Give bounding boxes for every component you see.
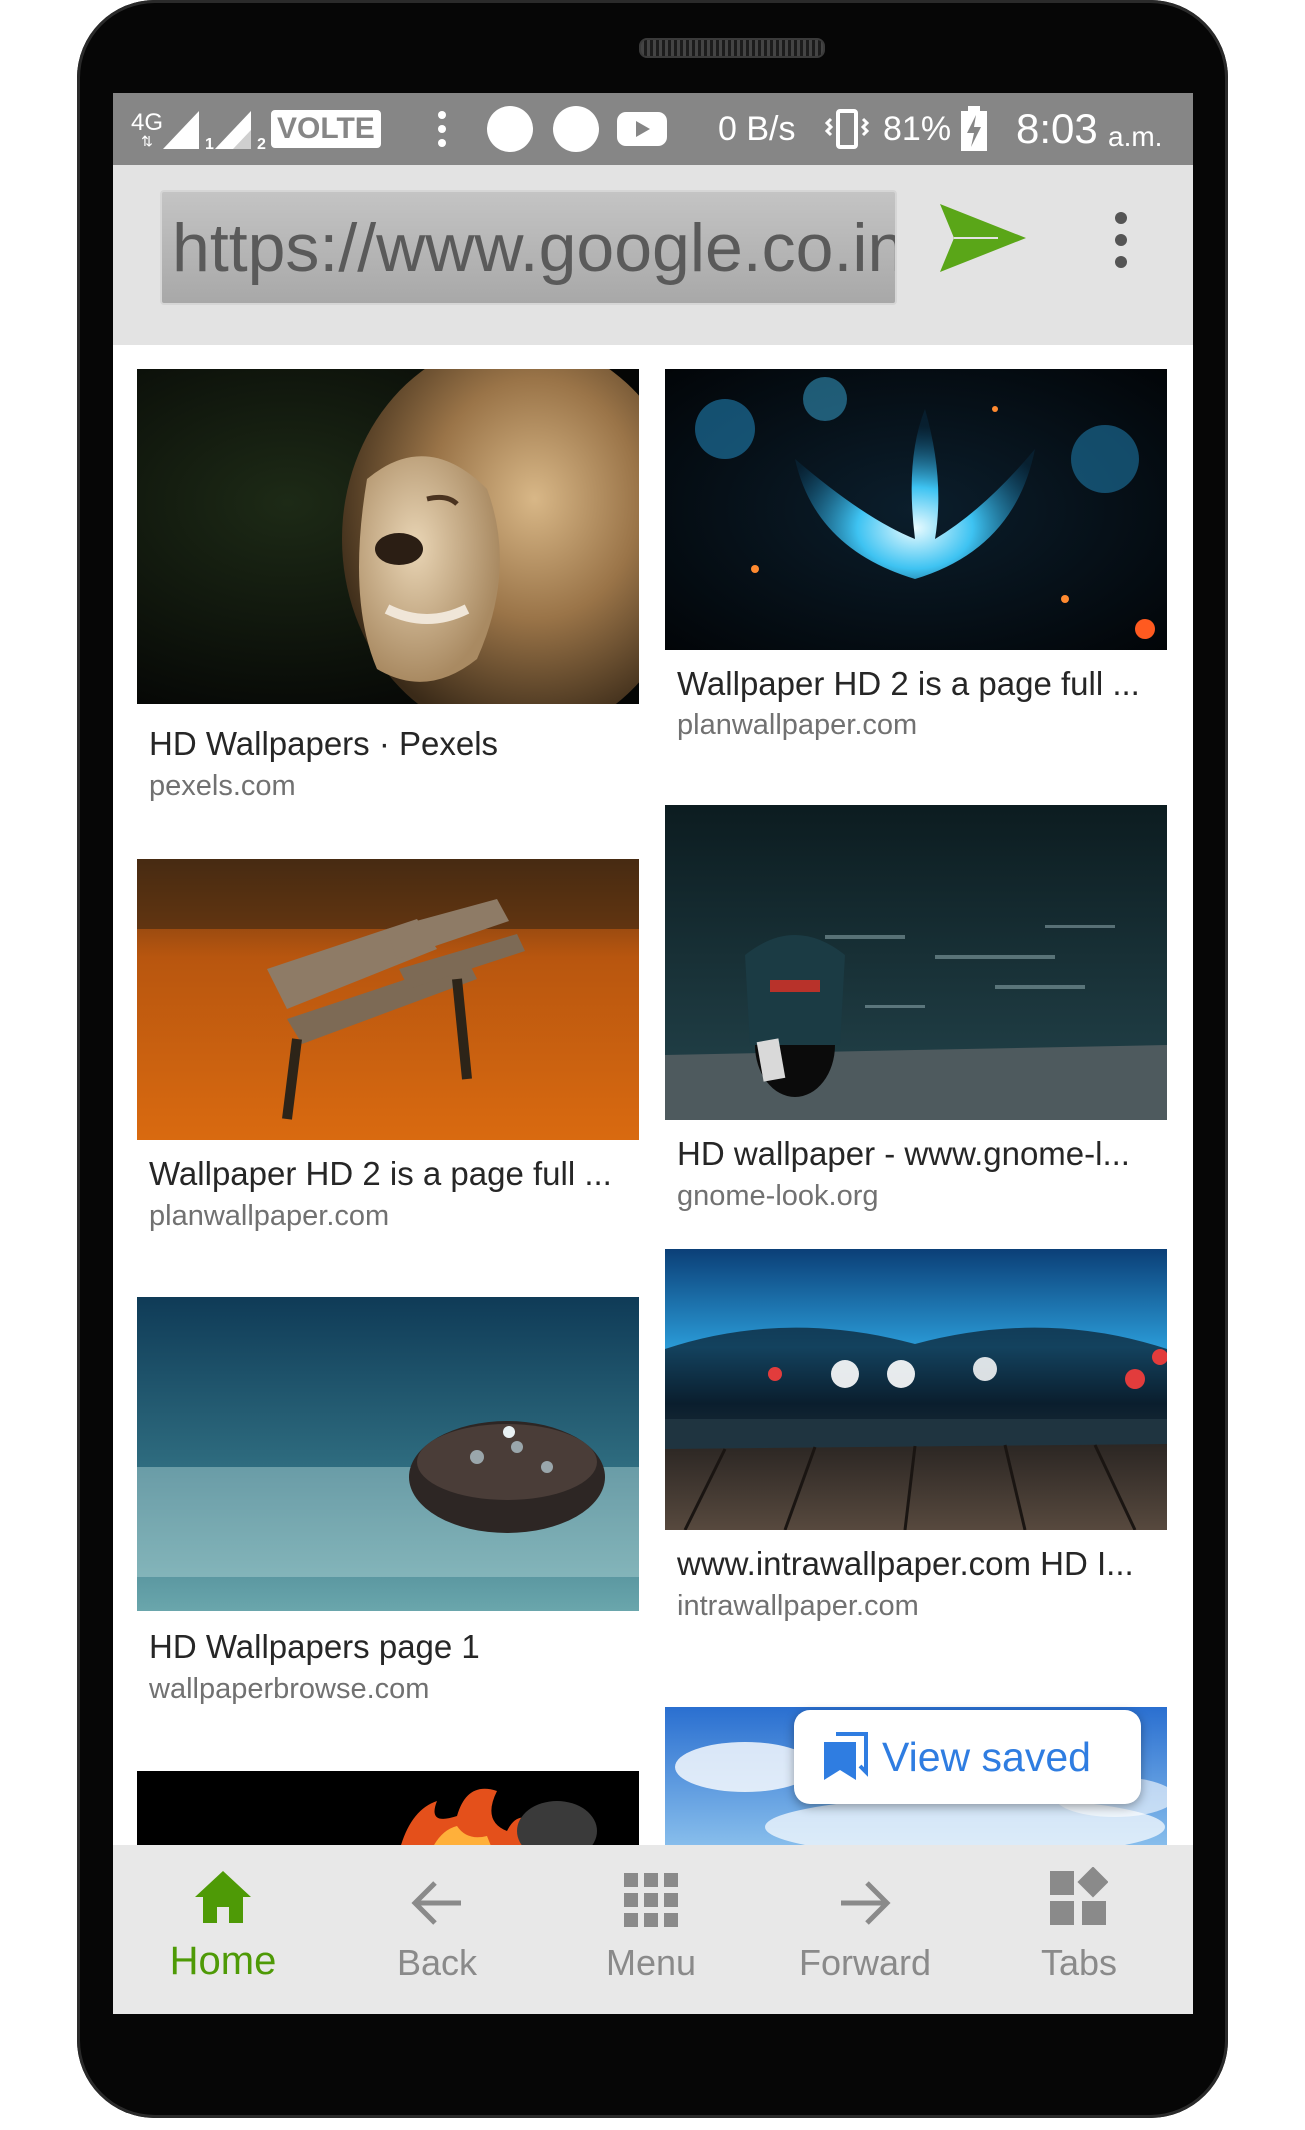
youtube-icon <box>617 112 667 146</box>
forward-arrow-icon <box>841 1881 891 1925</box>
result-thumbnail[interactable] <box>137 1771 639 1845</box>
home-icon <box>195 1871 251 1923</box>
result-thumbnail[interactable] <box>137 369 639 704</box>
result-thumbnail[interactable] <box>665 369 1167 650</box>
result-source: intrawallpaper.com <box>677 1590 919 1622</box>
network-label: 4G <box>131 109 164 136</box>
result-card[interactable]: Wallpaper HD 2 is a page full ... planwa… <box>665 369 1167 741</box>
result-title[interactable]: HD Wallpapers page 1 <box>149 1628 639 1666</box>
more-notifications-icon <box>437 93 447 165</box>
battery-charging-icon <box>959 93 989 165</box>
result-card[interactable]: www.intrawallpaper.com HD I... intrawall… <box>665 1249 1167 1622</box>
result-card[interactable]: Wallpaper HD 2 is a page full ... planwa… <box>137 859 639 1232</box>
nav-forward[interactable]: Forward <box>785 1845 945 2014</box>
vertical-dots-icon <box>1115 212 1127 268</box>
url-box[interactable] <box>160 190 897 305</box>
nav-tabs[interactable]: Tabs <box>999 1845 1159 2014</box>
clock-time: 8:03 <box>1016 105 1098 152</box>
url-input[interactable] <box>172 192 895 303</box>
nav-menu[interactable]: Menu <box>571 1845 731 2014</box>
result-title[interactable]: HD wallpaper - www.gnome-l... <box>677 1135 1167 1173</box>
nav-tabs-label: Tabs <box>1040 1942 1118 1983</box>
result-thumbnail[interactable] <box>137 1297 639 1611</box>
result-source: gnome-look.org <box>677 1180 879 1212</box>
notification-dot-icon <box>487 106 533 152</box>
grid-icon <box>624 1873 678 1927</box>
result-card[interactable]: HD Wallpapers page 1 wallpaperbrowse.com <box>137 1297 639 1705</box>
go-button[interactable] <box>938 198 1028 278</box>
nav-forward-label: Forward <box>798 1942 932 1983</box>
data-arrows-icon: ⇅ <box>141 133 153 149</box>
result-title[interactable]: www.intrawallpaper.com HD I... <box>677 1545 1167 1583</box>
nav-back[interactable]: Back <box>357 1845 517 2014</box>
result-thumbnail[interactable] <box>137 859 639 1140</box>
bottom-navigation: Home Back Menu Forward Tabs <box>113 1845 1193 2014</box>
view-saved-label: View saved <box>882 1733 1091 1780</box>
volte-badge: VOLTE <box>271 110 381 148</box>
status-bar: 4G ⇅ 1 2 VOLTE 0 B/s 81% 8:03 a.m. <box>113 93 1193 165</box>
result-card[interactable]: HD Wallpapers · Pexels pexels.com <box>137 369 639 802</box>
clock-ampm: a.m. <box>1108 121 1163 152</box>
network-type: 4G ⇅ <box>131 93 163 165</box>
vibrate-icon <box>825 93 869 165</box>
address-bar <box>113 165 1193 345</box>
result-title[interactable]: Wallpaper HD 2 is a page full ... <box>149 1155 639 1193</box>
nav-menu-label: Menu <box>605 1942 697 1983</box>
network-speed: 0 B/s <box>718 109 796 148</box>
result-source: wallpaperbrowse.com <box>149 1673 430 1705</box>
image-results-grid: HD Wallpapers · Pexels pexels.com Wallpa… <box>113 345 1193 1845</box>
result-thumbnail[interactable] <box>665 805 1167 1120</box>
sim2-label: 2 <box>257 136 266 153</box>
send-arrow-icon <box>940 204 1026 272</box>
earpiece-speaker <box>639 38 825 58</box>
result-source: pexels.com <box>149 770 296 802</box>
bookmarks-icon <box>824 1732 868 1780</box>
result-thumbnail[interactable] <box>665 1249 1167 1530</box>
result-title[interactable]: HD Wallpapers · Pexels <box>149 725 639 763</box>
signal-icon: 2 <box>213 93 266 165</box>
nav-home[interactable]: Home <box>143 1845 303 2014</box>
result-source: planwallpaper.com <box>677 709 918 741</box>
tabs-icon <box>1050 1867 1108 1925</box>
nav-home-label: Home <box>169 1939 277 1983</box>
view-saved-button[interactable]: View saved <box>794 1710 1141 1804</box>
nav-back-label: Back <box>396 1942 478 1983</box>
result-card[interactable]: HD wallpaper - www.gnome-l... gnome-look… <box>665 805 1167 1212</box>
notification-dot-icon <box>553 106 599 152</box>
battery-percent: 81% <box>883 109 952 148</box>
screen: 4G ⇅ 1 2 VOLTE 0 B/s 81% 8:03 a.m. https… <box>113 93 1193 2014</box>
signal-icon: 1 <box>161 93 214 165</box>
result-card[interactable] <box>137 1771 639 1845</box>
back-arrow-icon <box>411 1881 461 1925</box>
result-title[interactable]: Wallpaper HD 2 is a page full ... <box>677 665 1167 703</box>
result-source: planwallpaper.com <box>149 1200 390 1232</box>
overflow-menu-button[interactable] <box>1109 210 1133 270</box>
